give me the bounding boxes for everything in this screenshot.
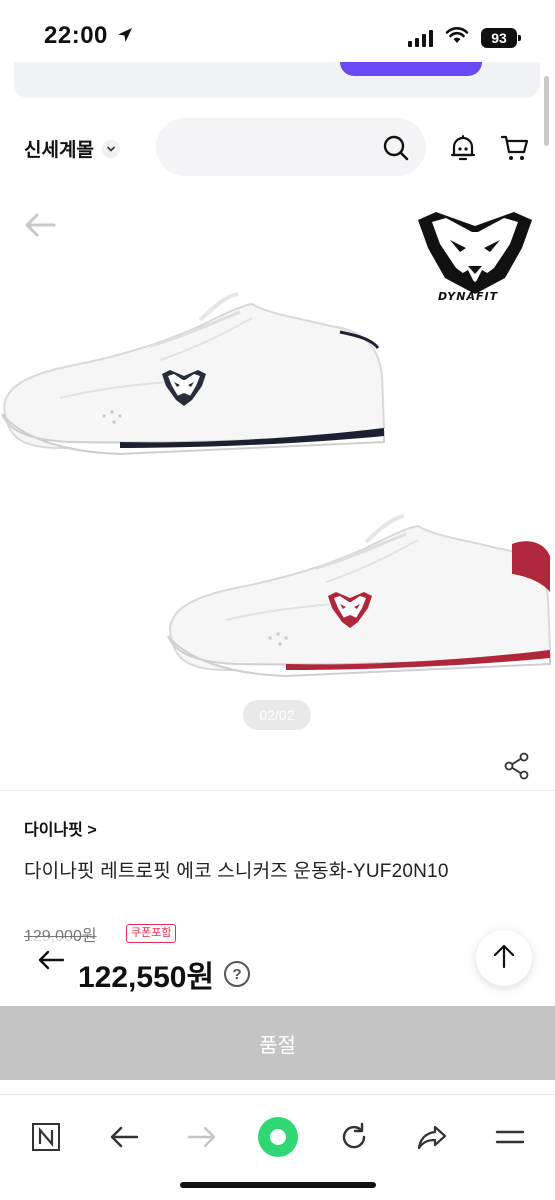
browser-share-icon[interactable]	[410, 1115, 454, 1159]
sneaker-image-red	[166, 508, 555, 693]
green-dot-icon[interactable]	[256, 1115, 300, 1159]
shopping-cart-icon[interactable]	[500, 133, 530, 168]
sneaker-image-black	[0, 286, 390, 471]
arrow-up-icon	[492, 943, 516, 974]
floating-back-button[interactable]	[26, 938, 76, 982]
section-divider	[0, 790, 555, 791]
carousel-prev-arrow-icon[interactable]	[22, 210, 58, 245]
content-below	[0, 1080, 555, 1094]
image-page-indicator: 02/02	[243, 700, 311, 730]
scroll-to-top-button[interactable]	[476, 930, 532, 986]
n-tab-icon[interactable]	[24, 1115, 68, 1159]
status-indicators: 93	[408, 26, 521, 49]
coupon-badge: 쿠폰포함	[126, 924, 177, 943]
share-icon[interactable]	[504, 752, 530, 785]
chevron-down-icon	[101, 139, 120, 158]
search-icon[interactable]	[382, 134, 410, 167]
home-indicator	[180, 1182, 376, 1188]
menu-icon[interactable]	[488, 1115, 532, 1159]
status-time: 22:00	[44, 22, 108, 49]
product-image-carousel[interactable]: DYNAFIT 02/02	[0, 190, 555, 790]
brand-logo-icon	[410, 208, 540, 303]
sale-price: 122,550원	[78, 961, 215, 994]
store-name: 신세계몰	[24, 140, 94, 161]
product-title: 다이나핏 레트로핏 에코 스니커즈 운동화-YUF20N10	[24, 861, 449, 882]
refresh-icon[interactable]	[332, 1115, 376, 1159]
app-header: 신세계몰	[0, 110, 555, 184]
store-selector[interactable]: 신세계몰	[24, 135, 120, 162]
brand-link[interactable]: 다이나핏 >	[24, 816, 97, 840]
location-arrow-icon	[116, 26, 134, 49]
search-input[interactable]	[156, 118, 426, 176]
notification-bell-icon[interactable]	[449, 134, 477, 167]
status-bar: 22:00 93	[0, 0, 555, 68]
browser-back-icon[interactable]	[102, 1115, 146, 1159]
cellular-signal-icon	[408, 29, 433, 47]
wifi-icon	[445, 26, 469, 49]
brand-logo-wordmark: DYNAFIT	[438, 290, 499, 303]
banner-button[interactable]	[340, 62, 482, 76]
sold-out-label: 품절	[259, 1034, 296, 1057]
price-help-icon[interactable]: ?	[224, 961, 251, 987]
browser-forward-icon[interactable]	[180, 1115, 224, 1159]
battery-indicator: 93	[481, 27, 521, 48]
sold-out-button[interactable]: 품절	[0, 1006, 555, 1080]
